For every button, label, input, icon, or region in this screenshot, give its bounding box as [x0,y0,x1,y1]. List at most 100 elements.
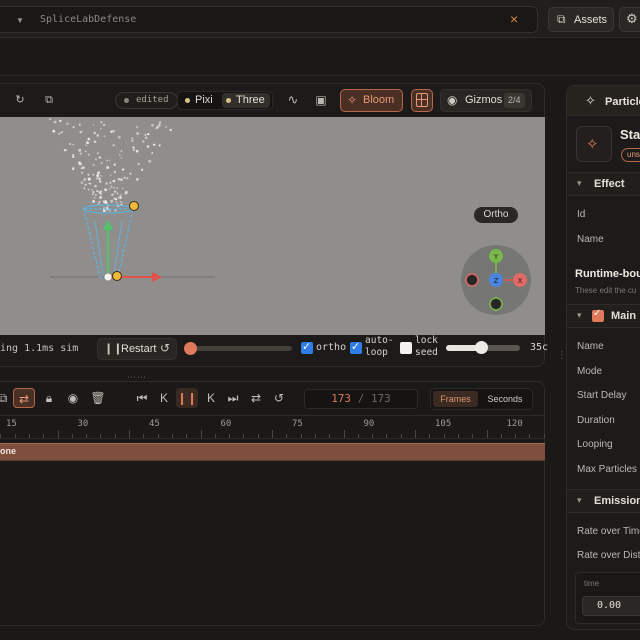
particle [93,131,96,135]
ortho-view-label[interactable]: Ortho [474,207,518,223]
ruler-tick-label: 60 [220,419,232,429]
speed-slider[interactable] [446,341,520,354]
axis-x-label: X [518,277,523,285]
bloom-toggle-button[interactable]: ✧ Bloom [340,89,403,112]
particle [98,200,101,204]
skip-end-icon[interactable]: ⏭︎ [222,388,244,408]
loop-toggle-button[interactable]: ⇄ [13,388,35,408]
particle [126,177,129,180]
particle [92,200,95,204]
section-effect-header[interactable]: ▾ Effect [567,172,640,196]
particle [72,143,75,146]
main-field-label: Start Delay [577,390,627,402]
ruler-tick [343,430,345,438]
ruler-tick [357,434,359,438]
loop-icon[interactable]: ⇄ [245,388,267,408]
chevron-down-icon[interactable]: ▼ [16,16,24,25]
speed-slider-thumb[interactable] [474,341,488,354]
particle [144,136,148,140]
tab-particles[interactable]: ✧ Particles [567,86,640,116]
particle [110,130,113,134]
field-id-label: Id [577,209,586,220]
lock-icon[interactable]: 🔒︎ [38,388,60,408]
unit-seconds-option[interactable]: Seconds [480,391,530,407]
close-icon[interactable]: × [510,11,518,27]
eye-icon[interactable]: ◉ [62,388,84,408]
step-back-icon[interactable]: K [153,388,175,408]
viewport-canvas[interactable]: Y X Z [0,117,545,335]
particle [97,202,100,206]
inspector-panel: ✧ Particles ✧ Sta uns ▾ Effect Id Name R… [566,85,640,630]
duplicate-icon[interactable]: ⧉ [39,90,59,111]
timeline-track[interactable]: one [0,443,545,461]
pause-icon[interactable]: ❙❙ [176,388,198,408]
particle [98,177,101,180]
particle [94,193,97,196]
renderer-three-option[interactable]: Three [222,93,270,108]
grid-toggle-button[interactable] [411,89,433,112]
particle [119,201,122,203]
ortho-checkbox[interactable] [301,340,313,354]
assets-icon: ⧉ [557,12,566,26]
skip-start-icon[interactable]: ⏮︎ [131,388,153,408]
waveform-icon[interactable]: ∿ [283,90,303,111]
particle [72,125,75,129]
particle [117,177,121,181]
project-name: SpliceLabDefense [40,14,137,25]
tab-particles-label: Particles [605,96,640,108]
unit-frames-option[interactable]: Frames [433,391,478,407]
particle [66,122,69,126]
eye-icon: ◉ [447,93,458,107]
frame-input[interactable]: 173 / 173 [304,389,418,409]
gizmos-count-badge: 2/4 [504,93,525,108]
timeline-panel: ⧉ ⇄ 🔒︎ ◉ 🗑︎ ⏮︎ K ❙❙ K ⏭︎ ⇄ ↺ 173 / 173 F… [0,381,545,626]
chevron-down-icon: ▾ [577,178,582,188]
ruler-tick-label: 75 [292,419,303,429]
lockseed-checkbox[interactable] [400,342,412,354]
orientation-gizmo[interactable]: Y X Z [461,245,531,315]
image-icon[interactable]: ▣ [311,90,331,111]
particle [105,182,108,185]
particle [72,155,75,158]
ruler-tick [143,434,145,438]
ruler-tick [171,434,173,438]
clip-icon[interactable]: ⧉ [0,388,14,408]
restart-button[interactable]: ❙❙ Restart ↺ [97,338,177,360]
particle [119,194,122,197]
section-main-header[interactable]: ▾ Main [567,304,640,328]
particle [98,180,102,183]
particle [119,196,122,199]
settings-button[interactable]: ⚙ [619,7,640,32]
main-enabled-checkbox[interactable] [592,308,604,322]
autoloop-checkbox[interactable] [350,340,362,354]
gizmos-button[interactable]: ◉ Gizmos 2/4 [440,89,532,112]
ruler-tick [43,434,45,438]
ruler-tick [200,430,202,438]
step-forward-icon[interactable]: K [200,388,222,408]
ruler-tick [243,434,245,438]
time-slider-thumb[interactable] [184,342,197,355]
particle [120,150,123,152]
curve-value-input[interactable]: 0.00 [582,596,640,616]
renderer-pixi-option[interactable]: Pixi [181,93,219,108]
assets-button[interactable]: ⧉ Assets [548,7,614,32]
ruler-tick [28,434,30,438]
time-slider[interactable] [184,342,292,355]
particle [89,182,92,185]
section-emission-header[interactable]: ▾ Emission [567,489,640,513]
redo-icon[interactable]: ↻ [10,90,30,111]
particle [98,156,101,159]
particle [102,200,104,202]
particle [106,166,110,169]
timeline-ruler[interactable]: 15 30 45 60 75 90 105 120 [0,415,545,439]
project-selector[interactable]: ▼ SpliceLabDefense × [0,6,538,33]
reset-icon[interactable]: ↺ [268,388,290,408]
ruler-tick [543,434,545,438]
emitter-gizmo[interactable] [50,201,215,283]
pixi-label: Pixi [195,94,213,106]
trash-icon[interactable]: 🗑︎ [87,388,109,408]
particle [61,131,64,133]
particle [136,132,140,135]
particle [121,187,124,190]
particle [92,173,95,176]
